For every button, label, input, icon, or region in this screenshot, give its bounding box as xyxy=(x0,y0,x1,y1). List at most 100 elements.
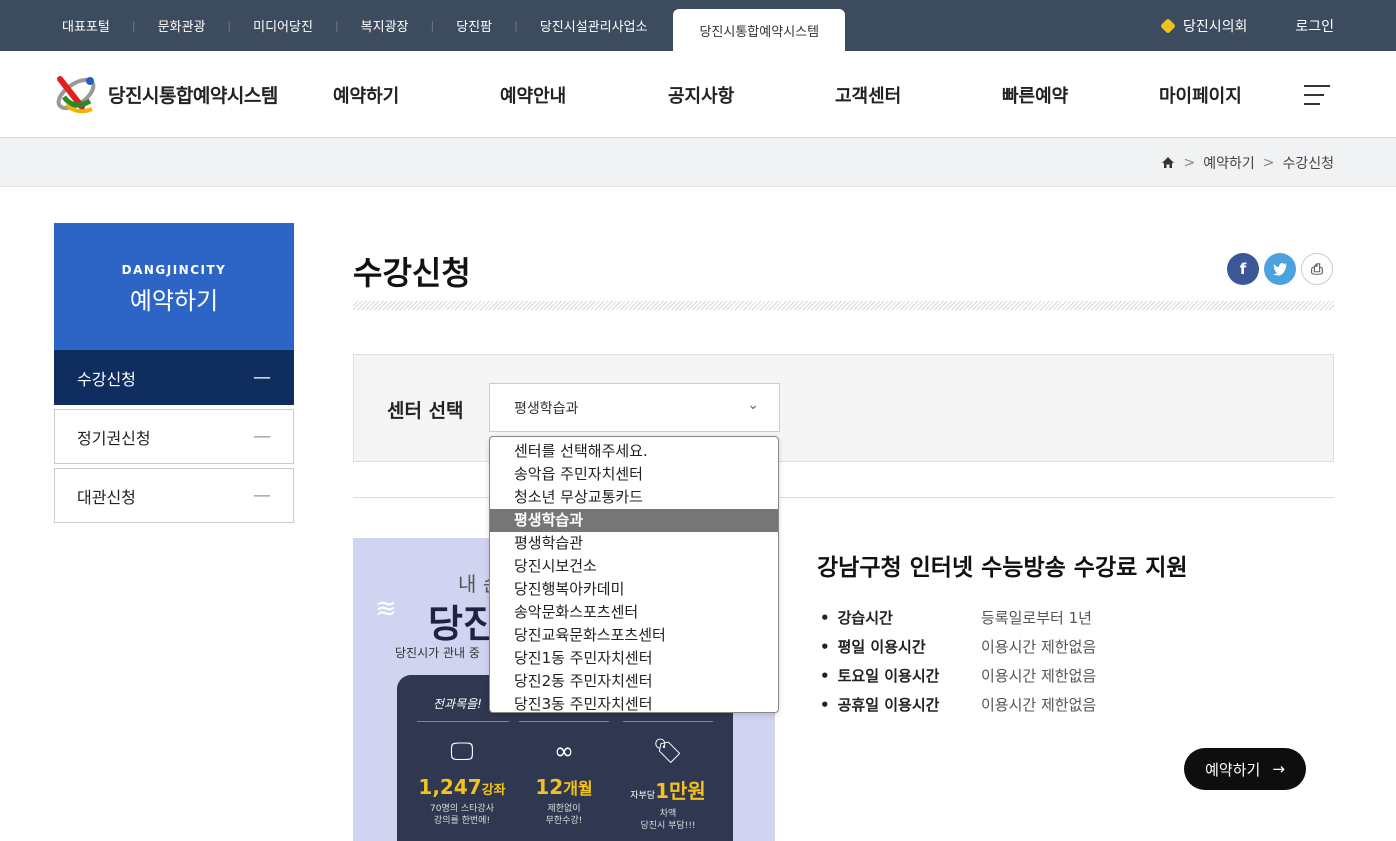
banner-stat: 🖵 1,247강좌 70명의 스타강사 강의를 한번에! xyxy=(407,737,517,827)
site-logo[interactable]: 당진시통합예약시스템 xyxy=(52,71,278,117)
side-nav-item-label: 대관신청 xyxy=(77,487,136,507)
info-key: 공휴일 이용시간 xyxy=(820,694,981,715)
dropdown-option[interactable]: 당진교육문화스포츠센터 xyxy=(490,624,778,647)
separator: | xyxy=(430,19,435,32)
link-facility-office[interactable]: 당진시설관리사업소 xyxy=(540,0,648,51)
link-farm[interactable]: 당진팜 xyxy=(456,0,492,51)
separator: | xyxy=(334,19,339,32)
center-select-value: 평생학습과 xyxy=(514,400,579,417)
main-header: 당진시통합예약시스템 예약하기 예약안내 공지사항 고객센터 빠른예약 마이페이… xyxy=(0,51,1396,138)
facebook-icon[interactable]: f xyxy=(1227,253,1259,285)
home-icon[interactable] xyxy=(1161,156,1175,169)
twitter-icon[interactable] xyxy=(1264,253,1296,285)
side-nav-header: DANGJINCITY 예약하기 xyxy=(54,223,294,350)
print-icon[interactable]: ⎙ xyxy=(1301,253,1333,285)
link-welfare[interactable]: 복지광장 xyxy=(361,0,409,51)
hamburger-menu-icon[interactable] xyxy=(1304,85,1330,105)
nav-notice[interactable]: 공지사항 xyxy=(668,82,734,108)
info-value: 이용시간 제한없음 xyxy=(981,638,1097,656)
infinity-icon: ∞ xyxy=(554,737,574,765)
login-link[interactable]: 로그인 xyxy=(1295,16,1334,36)
reserve-button-label: 예약하기 xyxy=(1205,760,1261,779)
side-nav-item-rental[interactable]: 대관신청 — xyxy=(54,468,294,523)
council-label: 당진시의회 xyxy=(1182,18,1248,35)
dropdown-option[interactable]: 청소년 무상교통카드 xyxy=(490,486,778,509)
center-select[interactable]: 평생학습과 ⌄ xyxy=(489,383,780,432)
link-media[interactable]: 미디어당진 xyxy=(253,0,313,51)
banner-stat: ∞ 12개월 제한없이 무한수강! xyxy=(509,737,619,827)
top-utility-bar: 대표포털 | 문화관광 | 미디어당진 | 복지광장 | 당진팜 | 당진시설관리사업소 … xyxy=(0,0,1396,51)
stat-prefix: 자부담 xyxy=(630,791,656,801)
banner-line-3: 당진시가 관내 중 xyxy=(395,646,480,660)
site-links: 대표포털 | 문화관광 | 미디어당진 | 복지광장 | 당진팜 | 당진시설관리사업소 … xyxy=(62,0,846,51)
course-info-row: 토요일 이용시간이용시간 제한없음 xyxy=(820,665,1097,686)
wing-icon: ≋ xyxy=(375,594,397,624)
side-nav-item-course[interactable]: 수강신청 — xyxy=(54,350,294,405)
link-culture-tour[interactable]: 문화관광 xyxy=(158,0,206,51)
nav-guide[interactable]: 예약안내 xyxy=(500,82,566,108)
share-buttons: f ⎙ xyxy=(1227,253,1333,285)
logo-text: 당진시통합예약시스템 xyxy=(108,84,278,107)
course-title: 강남구청 인터넷 수능방송 수강료 지원 xyxy=(817,555,1188,581)
minus-icon: — xyxy=(253,426,271,447)
panel-line xyxy=(417,721,509,722)
stat-number: 1만원 xyxy=(655,779,706,803)
stat-sub: 70명의 스타강사 xyxy=(430,804,494,814)
stat-sub: 당진시 부담!!! xyxy=(640,821,696,831)
reserve-button[interactable]: 예약하기 → xyxy=(1184,748,1306,790)
info-key: 강습시간 xyxy=(820,607,981,628)
banner-line-2: 당진 xyxy=(428,602,498,646)
dropdown-option[interactable]: 당진2동 주민자치센터 xyxy=(490,670,778,693)
top-right-links: 당진시의회 로그인 xyxy=(1160,0,1334,51)
logo-icon xyxy=(56,76,96,114)
breadcrumb: > 예약하기 > 수강신청 xyxy=(1161,138,1334,187)
breadcrumb-item-current[interactable]: 수강신청 xyxy=(1282,153,1334,173)
dropdown-option[interactable]: 당진행복아카데미 xyxy=(490,578,778,601)
info-key: 토요일 이용시간 xyxy=(820,665,981,686)
chevron-down-icon: ⌄ xyxy=(747,397,759,413)
center-select-dropdown[interactable]: 센터를 선택해주세요. 송악읍 주민자치센터 청소년 무상교통카드 평생학습과 … xyxy=(489,436,779,713)
dropdown-option[interactable]: 당진1동 주민자치센터 xyxy=(490,647,778,670)
stat-sub: 무한수강! xyxy=(545,816,583,826)
separator: | xyxy=(227,19,232,32)
nav-customer-center[interactable]: 고객센터 xyxy=(835,82,901,108)
sale-tag-icon: 🏷 xyxy=(652,737,684,765)
dropdown-option[interactable]: 센터를 선택해주세요. xyxy=(490,440,778,463)
dropdown-option[interactable]: 당진시보건소 xyxy=(490,555,778,578)
chevron-right-icon: > xyxy=(1183,154,1196,171)
panel-line xyxy=(519,721,609,722)
banner-stat: 🏷 자부담1만원 차액 당진시 부담!!! xyxy=(613,737,723,832)
side-nav-item-pass[interactable]: 정기권신청 — xyxy=(54,409,294,464)
breadcrumb-item-reservation[interactable]: 예약하기 xyxy=(1203,153,1255,173)
minus-icon: — xyxy=(253,485,271,506)
nav-mypage[interactable]: 마이페이지 xyxy=(1159,82,1242,108)
dropdown-option-highlighted[interactable]: 평생학습과 xyxy=(490,509,778,532)
nav-quick-reservation[interactable]: 빠른예약 xyxy=(1002,82,1068,108)
breadcrumb-bar: > 예약하기 > 수강신청 xyxy=(0,138,1396,187)
info-value: 등록일로부터 1년 xyxy=(981,609,1092,627)
nav-reservation[interactable]: 예약하기 xyxy=(333,82,399,108)
dropdown-option[interactable]: 평생학습관 xyxy=(490,532,778,555)
link-reservation-system[interactable]: 당진시통합예약시스템 xyxy=(673,9,846,51)
banner-panel-heading: 전과목을! xyxy=(433,697,482,711)
dropdown-option[interactable]: 당진3동 주민자치센터 xyxy=(490,693,778,716)
dropdown-option[interactable]: 송악문화스포츠센터 xyxy=(490,601,778,624)
stat-unit: 강좌 xyxy=(481,783,506,798)
stat-sub: 제한없이 xyxy=(547,804,581,814)
stat-unit: 개월 xyxy=(563,779,593,798)
info-value: 이용시간 제한없음 xyxy=(981,696,1097,714)
center-select-label: 센터 선택 xyxy=(387,400,464,422)
arrow-right-icon: → xyxy=(1272,760,1285,778)
page-title: 수강신청 xyxy=(353,254,471,292)
minus-icon: — xyxy=(253,367,271,388)
course-info-row: 평일 이용시간이용시간 제한없음 xyxy=(820,636,1097,657)
council-link[interactable]: 당진시의회 xyxy=(1160,16,1248,36)
dropdown-option[interactable]: 송악읍 주민자치센터 xyxy=(490,463,778,486)
side-nav-title: 예약하기 xyxy=(129,287,219,315)
side-nav-item-label: 정기권신청 xyxy=(77,428,151,448)
link-main-portal[interactable]: 대표포털 xyxy=(62,0,110,51)
separator: | xyxy=(131,19,136,32)
stat-number: 1,247 xyxy=(418,775,482,799)
info-key: 평일 이용시간 xyxy=(820,636,981,657)
stat-sub: 강의를 한번에! xyxy=(433,816,491,826)
